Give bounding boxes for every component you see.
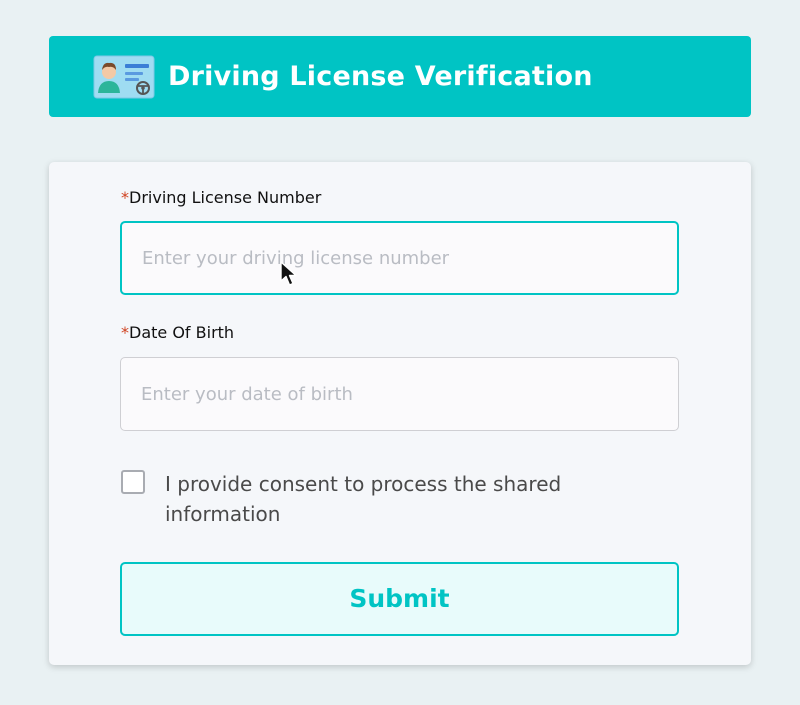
required-marker: * — [121, 188, 129, 207]
license-number-input[interactable] — [120, 221, 679, 295]
consent-text: I provide consent to process the shared … — [165, 472, 562, 526]
verification-form-card: *Driving License Number *Date Of Birth I… — [49, 162, 751, 665]
license-number-label: *Driving License Number — [121, 188, 321, 207]
date-of-birth-label-text: Date Of Birth — [129, 323, 235, 342]
consent-checkbox[interactable] — [121, 470, 145, 494]
date-of-birth-label: *Date Of Birth — [121, 323, 234, 342]
license-number-label-text: Driving License Number — [129, 188, 322, 207]
arrow-pointer-icon — [280, 261, 297, 286]
date-of-birth-input[interactable] — [120, 357, 679, 431]
submit-button[interactable]: Submit — [120, 562, 679, 636]
driving-license-card-icon — [93, 55, 155, 99]
required-marker: * — [121, 323, 129, 342]
page-title: Driving License Verification — [168, 61, 593, 92]
page-header: Driving License Verification — [49, 36, 751, 117]
